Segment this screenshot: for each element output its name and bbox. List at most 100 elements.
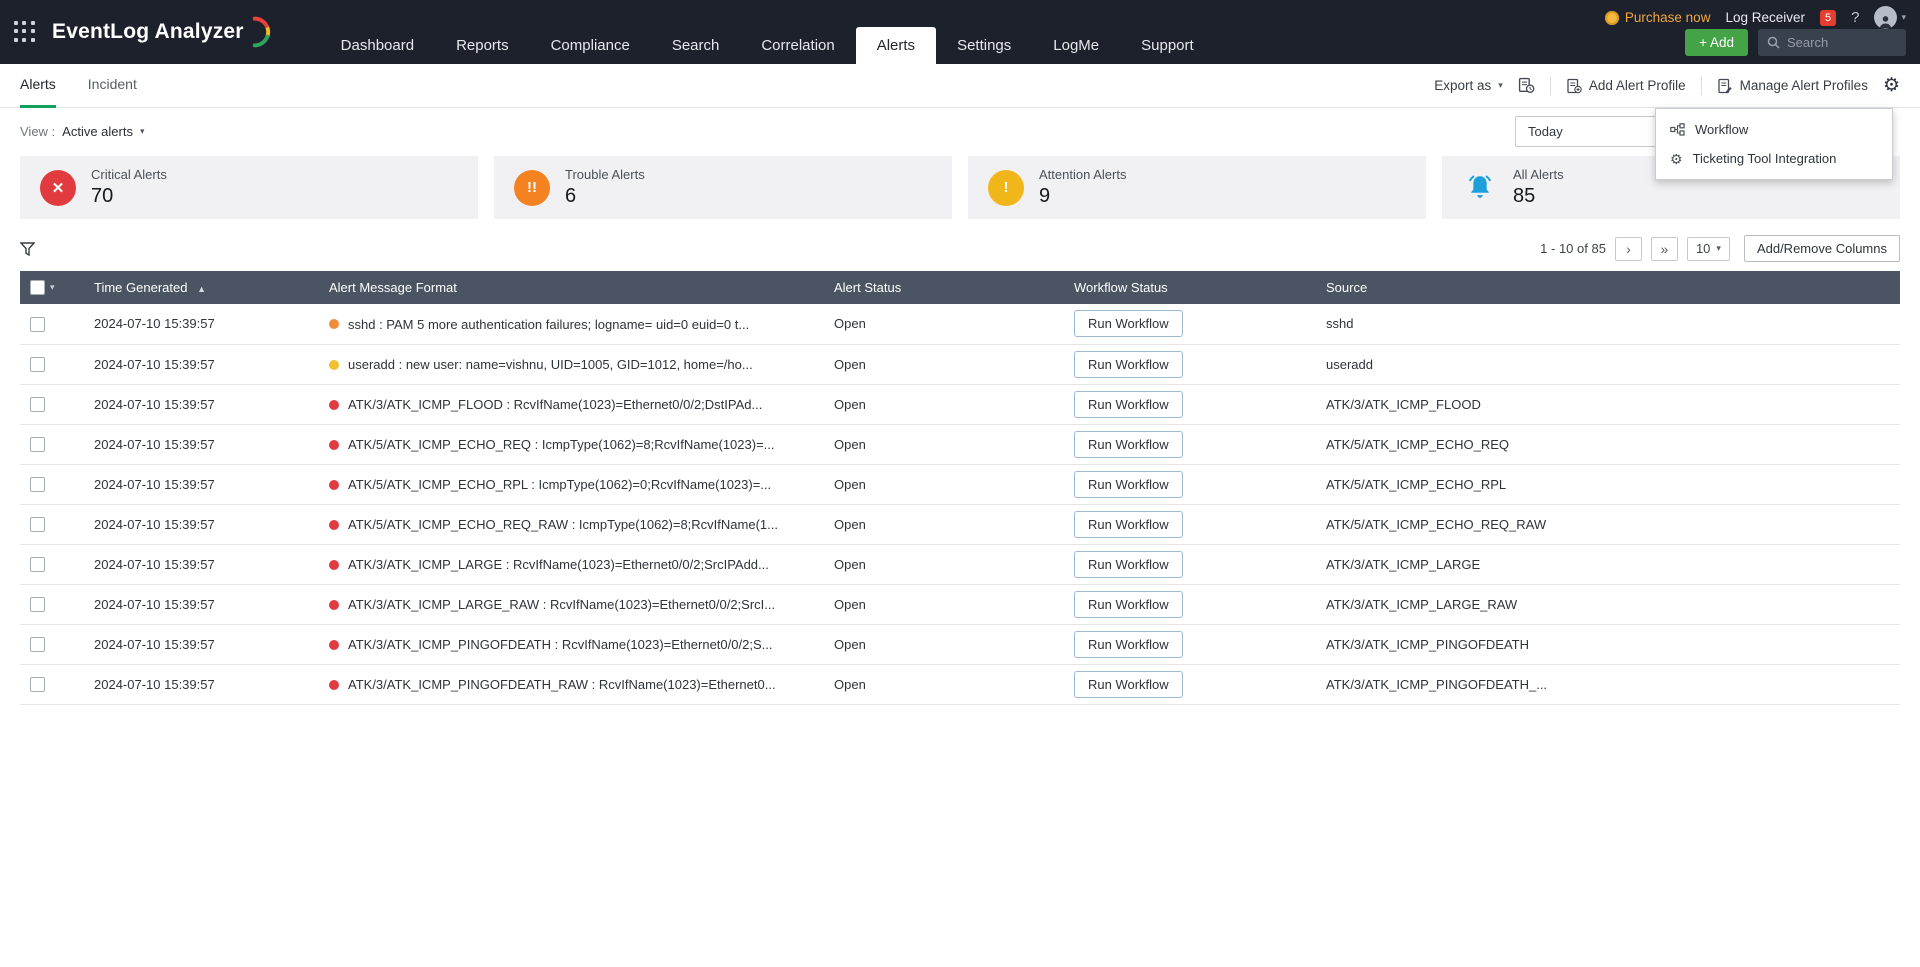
column-header-workflow-status[interactable]: Workflow Status bbox=[1064, 271, 1316, 304]
run-workflow-button[interactable]: Run Workflow bbox=[1074, 591, 1183, 618]
row-checkbox[interactable] bbox=[30, 357, 45, 372]
search-box[interactable] bbox=[1758, 29, 1906, 56]
view-bar: View : Active alerts ▾ Today ▾ bbox=[0, 108, 1920, 154]
column-header-source[interactable]: Source bbox=[1316, 271, 1900, 304]
add-alert-profile-button[interactable]: Add Alert Profile bbox=[1566, 78, 1686, 94]
avatar bbox=[1874, 6, 1897, 29]
menu-item-workflow[interactable]: Workflow bbox=[1656, 115, 1892, 144]
add-button[interactable]: + Add bbox=[1685, 29, 1748, 56]
export-as-button[interactable]: Export as ▾ bbox=[1434, 78, 1503, 93]
manage-alert-profiles-button[interactable]: Manage Alert Profiles bbox=[1717, 78, 1868, 94]
alert-message[interactable]: ATK/3/ATK_ICMP_LARGE : RcvIfName(1023)=E… bbox=[348, 557, 769, 572]
column-header-time-generated[interactable]: Time Generated ▲ bbox=[84, 271, 319, 304]
row-checkbox[interactable] bbox=[30, 317, 45, 332]
alert-message[interactable]: ATK/3/ATK_ICMP_LARGE_RAW : RcvIfName(102… bbox=[348, 597, 775, 612]
select-all-checkbox[interactable] bbox=[30, 280, 45, 295]
alert-message[interactable]: sshd : PAM 5 more authentication failure… bbox=[348, 317, 749, 332]
nav-item-logme[interactable]: LogMe bbox=[1032, 27, 1120, 64]
user-menu[interactable]: ▾ bbox=[1874, 6, 1906, 29]
tab-alerts[interactable]: Alerts bbox=[20, 64, 56, 108]
alert-source: ATK/3/ATK_ICMP_LARGE bbox=[1316, 544, 1900, 584]
run-workflow-button[interactable]: Run Workflow bbox=[1074, 431, 1183, 458]
alert-source: ATK/5/ATK_ICMP_ECHO_REQ_RAW bbox=[1316, 504, 1900, 544]
nav-item-correlation[interactable]: Correlation bbox=[740, 27, 855, 64]
nav-item-alerts[interactable]: Alerts bbox=[856, 27, 936, 64]
nav-item-compliance[interactable]: Compliance bbox=[530, 27, 651, 64]
chevron-down-icon: ▾ bbox=[1716, 243, 1721, 254]
nav-item-settings[interactable]: Settings bbox=[936, 27, 1032, 64]
alert-message[interactable]: ATK/3/ATK_ICMP_FLOOD : RcvIfName(1023)=E… bbox=[348, 397, 762, 412]
nav-item-search[interactable]: Search bbox=[651, 27, 741, 64]
alert-message-cell: ATK/5/ATK_ICMP_ECHO_RPL : IcmpType(1062)… bbox=[319, 464, 824, 504]
column-header-alert-status[interactable]: Alert Status bbox=[824, 271, 1064, 304]
select-all-caret-icon[interactable]: ▾ bbox=[50, 282, 55, 293]
run-workflow-button[interactable]: Run Workflow bbox=[1074, 631, 1183, 658]
funnel-icon bbox=[20, 242, 35, 256]
row-checkbox-cell bbox=[20, 544, 84, 584]
alert-time: 2024-07-10 15:39:57 bbox=[84, 664, 319, 704]
severity-dot-icon bbox=[329, 360, 339, 370]
filter-button[interactable] bbox=[20, 242, 35, 256]
alert-message[interactable]: ATK/5/ATK_ICMP_ECHO_REQ : IcmpType(1062)… bbox=[348, 437, 775, 452]
nav-item-support[interactable]: Support bbox=[1120, 27, 1215, 64]
alert-source: ATK/3/ATK_ICMP_PINGOFDEATH bbox=[1316, 624, 1900, 664]
alert-source: useradd bbox=[1316, 344, 1900, 384]
nav-item-reports[interactable]: Reports bbox=[435, 27, 530, 64]
row-checkbox[interactable] bbox=[30, 557, 45, 572]
log-receiver-link[interactable]: Log Receiver bbox=[1725, 10, 1805, 25]
notification-badge[interactable]: 5 bbox=[1820, 10, 1836, 26]
nav-item-dashboard[interactable]: Dashboard bbox=[320, 27, 435, 64]
card-value: 6 bbox=[565, 185, 645, 208]
run-workflow-button[interactable]: Run Workflow bbox=[1074, 671, 1183, 698]
run-workflow-button[interactable]: Run Workflow bbox=[1074, 351, 1183, 378]
add-remove-columns-button[interactable]: Add/Remove Columns bbox=[1744, 235, 1900, 262]
alert-message[interactable]: ATK/5/ATK_ICMP_ECHO_REQ_RAW : IcmpType(1… bbox=[348, 517, 778, 532]
row-checkbox[interactable] bbox=[30, 677, 45, 692]
alert-message-cell: ATK/5/ATK_ICMP_ECHO_REQ_RAW : IcmpType(1… bbox=[319, 504, 824, 544]
add-alert-profile-label: Add Alert Profile bbox=[1589, 78, 1686, 93]
card-icon bbox=[1462, 170, 1498, 206]
run-workflow-button[interactable]: Run Workflow bbox=[1074, 391, 1183, 418]
row-checkbox[interactable] bbox=[30, 437, 45, 452]
alert-message[interactable]: ATK/3/ATK_ICMP_PINGOFDEATH_RAW : RcvIfNa… bbox=[348, 677, 776, 692]
row-checkbox[interactable] bbox=[30, 477, 45, 492]
menu-item-ticketing-tool-integration[interactable]: ⚙ Ticketing Tool Integration bbox=[1656, 144, 1892, 173]
purchase-now-link[interactable]: Purchase now bbox=[1605, 10, 1711, 25]
date-range-value: Today bbox=[1528, 124, 1563, 139]
card-trouble-alerts[interactable]: !! Trouble Alerts 6 bbox=[494, 156, 952, 219]
topbar: EventLog Analyzer Dashboard Reports Comp… bbox=[0, 0, 1920, 64]
view-selector[interactable]: Active alerts ▾ bbox=[62, 124, 144, 139]
alerts-tabbar: Alerts Incident Export as ▾ bbox=[0, 64, 1920, 108]
row-checkbox[interactable] bbox=[30, 637, 45, 652]
column-header-alert-message-format[interactable]: Alert Message Format bbox=[319, 271, 824, 304]
alert-message[interactable]: useradd : new user: name=vishnu, UID=100… bbox=[348, 357, 753, 372]
apps-grid-icon[interactable] bbox=[14, 21, 36, 43]
run-workflow-button[interactable]: Run Workflow bbox=[1074, 471, 1183, 498]
ticketing-tool-icon: ⚙ bbox=[1670, 152, 1683, 166]
alert-message[interactable]: ATK/3/ATK_ICMP_PINGOFDEATH : RcvIfName(1… bbox=[348, 637, 772, 652]
tab-incident[interactable]: Incident bbox=[88, 64, 137, 108]
next-page-button[interactable]: › bbox=[1615, 237, 1642, 261]
help-icon[interactable]: ? bbox=[1851, 9, 1859, 26]
search-input[interactable] bbox=[1787, 35, 1897, 50]
run-workflow-button[interactable]: Run Workflow bbox=[1074, 310, 1183, 337]
row-checkbox[interactable] bbox=[30, 597, 45, 612]
workflow-status-cell: Run Workflow bbox=[1064, 344, 1316, 384]
card-attention-alerts[interactable]: ! Attention Alerts 9 bbox=[968, 156, 1426, 219]
export-history-button[interactable] bbox=[1518, 77, 1535, 94]
run-workflow-button[interactable]: Run Workflow bbox=[1074, 551, 1183, 578]
page-size-select[interactable]: 10 ▾ bbox=[1687, 237, 1730, 261]
table-row: 2024-07-10 15:39:57 ATK/3/ATK_ICMP_LARGE… bbox=[20, 544, 1900, 584]
alert-message[interactable]: ATK/5/ATK_ICMP_ECHO_RPL : IcmpType(1062)… bbox=[348, 477, 771, 492]
last-page-button[interactable]: » bbox=[1651, 237, 1678, 261]
severity-glyph: ✕ bbox=[52, 179, 65, 197]
card-critical-alerts[interactable]: ✕ Critical Alerts 70 bbox=[20, 156, 478, 219]
alert-status: Open bbox=[824, 584, 1064, 624]
alert-status: Open bbox=[824, 304, 1064, 344]
gear-icon: ⚙ bbox=[1883, 75, 1900, 96]
row-checkbox[interactable] bbox=[30, 397, 45, 412]
row-checkbox[interactable] bbox=[30, 517, 45, 532]
alert-message-cell: sshd : PAM 5 more authentication failure… bbox=[319, 304, 824, 344]
run-workflow-button[interactable]: Run Workflow bbox=[1074, 511, 1183, 538]
settings-gear-button[interactable]: ⚙ bbox=[1883, 76, 1900, 95]
